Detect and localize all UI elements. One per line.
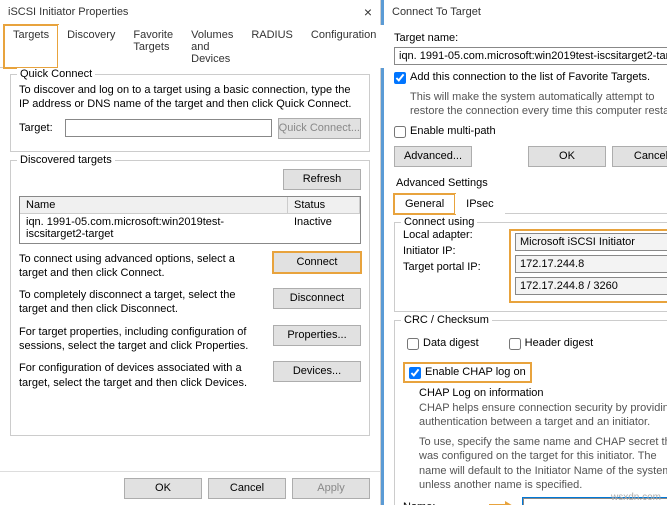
watermark: wsxdn.com (611, 492, 661, 503)
left-footer: OK Cancel Apply (0, 471, 380, 505)
advanced-settings-title: Advanced Settings (396, 177, 667, 189)
tab-radius[interactable]: RADIUS (242, 25, 302, 68)
initiator-ip-select[interactable] (515, 255, 667, 273)
quick-connect-legend: Quick Connect (17, 68, 95, 80)
crc-group: CRC / Checksum Data digest Header digest… (394, 320, 667, 505)
chap-info-title: CHAP Log on information (419, 387, 667, 399)
targets-table[interactable]: Name Status iqn. 1991-05.com.microsoft:w… (19, 196, 361, 244)
right-titlebar: Connect To Target × (384, 0, 667, 24)
left-title: iSCSI Initiator Properties (8, 6, 128, 18)
disconnect-desc: To completely disconnect a target, selec… (19, 288, 265, 317)
favorite-targets-checkbox[interactable] (394, 72, 406, 84)
connect-using-legend: Connect using (401, 216, 477, 228)
left-titlebar: iSCSI Initiator Properties × (0, 0, 380, 24)
connect-cancel-button[interactable]: Cancel (612, 146, 667, 167)
iscsi-initiator-properties-window: iSCSI Initiator Properties × Targets Dis… (0, 0, 381, 505)
favorite-note: This will make the system automatically … (410, 90, 667, 119)
initiator-ip-label: Initiator IP: (403, 245, 503, 257)
favorite-targets-label: Add this connection to the list of Favor… (410, 71, 650, 83)
multipath-checkbox[interactable] (394, 126, 406, 138)
cancel-button[interactable]: Cancel (208, 478, 286, 499)
properties-button[interactable]: Properties... (273, 325, 361, 346)
target-portal-ip-label: Target portal IP: (403, 261, 503, 273)
apply-button[interactable]: Apply (292, 478, 370, 499)
target-portal-ip-select[interactable] (515, 277, 667, 295)
devices-desc: For configuration of devices associated … (19, 361, 265, 390)
properties-desc: For target properties, including configu… (19, 325, 265, 354)
data-digest-label: Data digest (423, 337, 479, 349)
target-input[interactable] (65, 119, 272, 137)
connect-desc: To connect using advanced options, selec… (19, 252, 265, 281)
left-tabs: Targets Discovery Favorite Targets Volum… (0, 24, 380, 68)
devices-button[interactable]: Devices... (273, 361, 361, 382)
enable-chap-label: Enable CHAP log on (425, 366, 526, 378)
header-digest-checkbox[interactable] (509, 338, 521, 350)
tab-configuration[interactable]: Configuration (302, 25, 385, 68)
chap-info-desc: CHAP helps ensure connection security by… (419, 401, 667, 430)
local-adapter-select[interactable] (515, 233, 667, 251)
chap-name-label: Name: (403, 501, 483, 505)
refresh-button[interactable]: Refresh (283, 169, 361, 190)
header-digest-label: Header digest (525, 337, 594, 349)
advanced-sub-tabs: General IPsec (394, 193, 667, 214)
enable-chap-checkbox[interactable] (409, 367, 421, 379)
subtab-ipsec[interactable]: IPsec (455, 194, 505, 214)
tab-volumes-devices[interactable]: Volumes and Devices (182, 25, 242, 68)
data-digest-checkbox[interactable] (407, 338, 419, 350)
ok-button[interactable]: OK (124, 478, 202, 499)
quick-connect-group: Quick Connect To discover and log on to … (10, 74, 370, 152)
row-status: Inactive (288, 214, 360, 242)
connect-button[interactable]: Connect (273, 252, 361, 273)
advanced-button[interactable]: Advanced... (394, 146, 472, 167)
quick-connect-desc: To discover and log on to a target using… (19, 83, 361, 112)
multipath-label: Enable multi-path (410, 125, 496, 137)
target-name-label: Target name: (394, 32, 667, 44)
crc-legend: CRC / Checksum (401, 314, 492, 326)
discovered-legend: Discovered targets (17, 154, 115, 166)
row-name: iqn. 1991-05.com.microsoft:win2019test-i… (20, 214, 288, 242)
tab-targets[interactable]: Targets (4, 25, 58, 68)
tab-favorite-targets[interactable]: Favorite Targets (124, 25, 182, 68)
target-label: Target: (19, 122, 59, 134)
discovered-targets-group: Discovered targets Refresh Name Status i… (10, 160, 370, 436)
target-name-input[interactable] (394, 47, 667, 65)
chap-info: CHAP Log on information CHAP helps ensur… (419, 387, 667, 493)
close-icon[interactable]: × (364, 4, 372, 20)
connect-using-group: Connect using Local adapter: Initiator I… (394, 222, 667, 312)
connect-to-target-window: Connect To Target × Target name: Add thi… (381, 0, 667, 505)
right-title: Connect To Target (392, 6, 481, 18)
col-name[interactable]: Name (20, 197, 288, 213)
quick-connect-button[interactable]: Quick Connect... (278, 118, 361, 139)
disconnect-button[interactable]: Disconnect (273, 288, 361, 309)
table-row[interactable]: iqn. 1991-05.com.microsoft:win2019test-i… (20, 214, 360, 242)
local-adapter-label: Local adapter: (403, 229, 503, 241)
connect-ok-button[interactable]: OK (528, 146, 606, 167)
arrow-icon (489, 501, 517, 505)
subtab-general[interactable]: General (394, 194, 455, 214)
col-status[interactable]: Status (288, 197, 360, 213)
tab-discovery[interactable]: Discovery (58, 25, 124, 68)
chap-info-desc2: To use, specify the same name and CHAP s… (419, 435, 667, 492)
